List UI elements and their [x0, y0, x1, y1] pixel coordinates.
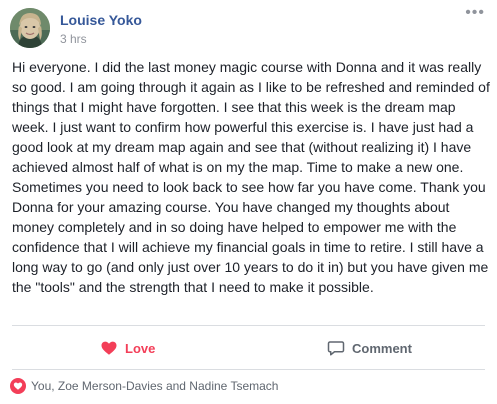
heart-icon	[100, 339, 118, 357]
post-card: Louise Yoko 3 hrs ••• Hi everyone. I did…	[0, 0, 497, 404]
reactions-summary-text: You, Zoe Merson-Davies and Nadine Tsemac…	[31, 379, 279, 393]
post-timestamp[interactable]: 3 hrs	[60, 32, 87, 46]
avatar-image	[10, 8, 50, 48]
divider	[12, 325, 485, 326]
avatar[interactable]	[10, 8, 50, 48]
comment-bubble-icon	[327, 339, 345, 357]
heart-reaction-icon	[10, 378, 26, 394]
author-name[interactable]: Louise Yoko	[60, 12, 142, 28]
post-text: Hi everyone. I did the last money magic …	[12, 59, 490, 295]
comment-label: Comment	[352, 340, 412, 356]
more-options-icon[interactable]: •••	[465, 5, 485, 21]
comment-button[interactable]: Comment	[327, 333, 412, 363]
divider	[12, 369, 485, 370]
love-button[interactable]: Love	[100, 333, 155, 363]
reactions-summary[interactable]: You, Zoe Merson-Davies and Nadine Tsemac…	[10, 376, 278, 396]
love-label: Love	[125, 340, 156, 356]
